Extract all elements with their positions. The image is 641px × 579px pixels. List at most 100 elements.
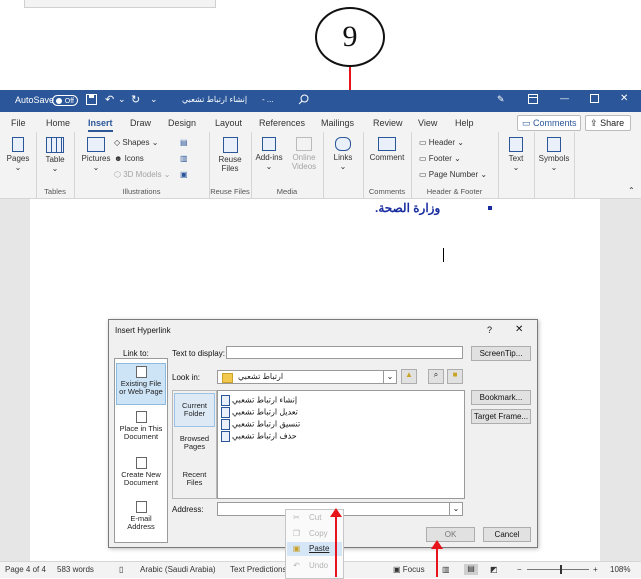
pen-icon[interactable]: ✎: [497, 94, 505, 105]
maximize-icon[interactable]: [590, 94, 599, 105]
file-item[interactable]: تنسيق ارتباط تشعبي: [221, 419, 300, 430]
smartart-icon[interactable]: ▤: [180, 138, 188, 147]
word-count[interactable]: 583 words: [57, 565, 94, 574]
proofing-icon[interactable]: ▯: [119, 565, 123, 574]
nav-browsed-pages[interactable]: Browsed Pages: [174, 431, 215, 465]
print-layout-icon[interactable]: ▤: [464, 564, 478, 575]
look-in-dropdown-icon[interactable]: ⌄: [383, 371, 396, 383]
zoom-slider[interactable]: [527, 569, 589, 570]
comment-button[interactable]: Comment: [367, 137, 407, 162]
minimize-icon[interactable]: —: [560, 93, 569, 103]
dialog-close-button[interactable]: ✕: [515, 324, 523, 335]
autosave-toggle[interactable]: Off: [52, 95, 78, 106]
tab-layout[interactable]: Layout: [215, 118, 242, 128]
paste-icon: ▣: [292, 544, 301, 553]
web-layout-icon[interactable]: ◩: [490, 565, 498, 574]
comment-icon: [378, 137, 396, 151]
pictures-button[interactable]: Pictures ⌄: [78, 137, 114, 172]
footer-button[interactable]: ▭ Footer ⌄: [419, 154, 461, 163]
3d-models-icon: ⬡: [114, 170, 124, 179]
read-mode-icon[interactable]: ▥: [442, 565, 450, 574]
chart-icon[interactable]: ▥: [180, 154, 188, 163]
tab-design[interactable]: Design: [168, 118, 196, 128]
tab-home[interactable]: Home: [46, 118, 70, 128]
file-list[interactable]: إنشاء ارتباط تشعبي تعديل ارتباط تشعبي تن…: [217, 390, 465, 499]
header-button[interactable]: ▭ Header ⌄: [419, 138, 464, 147]
reuse-files-button[interactable]: Reuse Files: [212, 137, 248, 173]
online-videos-button[interactable]: Online Videos: [287, 137, 321, 171]
file-item[interactable]: حذف ارتباط تشعبي: [221, 431, 297, 442]
redo-icon[interactable]: ↻: [131, 93, 140, 106]
tab-mailings[interactable]: Mailings: [321, 118, 354, 128]
bookmark-button[interactable]: Bookmark...: [471, 390, 531, 405]
screenshot-icon[interactable]: ▣: [180, 170, 188, 179]
address-dropdown-icon[interactable]: ⌄: [449, 503, 462, 515]
look-in-select[interactable]: ارتباط تشعبي ⌄: [217, 370, 397, 384]
undo-dropdown-icon[interactable]: ⌄: [118, 94, 126, 105]
zoom-slider-thumb[interactable]: [560, 565, 562, 574]
help-button[interactable]: ?: [487, 325, 492, 335]
table-button[interactable]: Table ⌄: [40, 137, 70, 173]
link-type-existing-file[interactable]: Existing File or Web Page: [116, 363, 166, 405]
language-status[interactable]: Arabic (Saudi Arabia): [140, 565, 216, 574]
tab-insert[interactable]: Insert: [88, 118, 113, 132]
file-name: تعديل ارتباط تشعبي: [232, 407, 298, 417]
tab-help[interactable]: Help: [455, 118, 474, 128]
text-button[interactable]: Text ⌄: [501, 137, 531, 172]
link-to-label: Link to:: [123, 349, 149, 358]
nav-current-folder[interactable]: Current Folder: [174, 393, 215, 427]
text-to-display-input[interactable]: [226, 346, 463, 359]
target-frame-button[interactable]: Target Frame...: [471, 409, 531, 424]
file-item[interactable]: إنشاء ارتباط تشعبي: [221, 395, 297, 406]
3d-models-button[interactable]: ⬡ 3D Models ⌄: [114, 170, 170, 179]
browse-file-button[interactable]: ■: [447, 369, 463, 384]
undo-icon[interactable]: ↶: [105, 93, 114, 106]
up-folder-button[interactable]: ▲: [401, 369, 417, 384]
cancel-button[interactable]: Cancel: [483, 527, 531, 542]
search-icon[interactable]: [298, 94, 309, 107]
tab-references[interactable]: References: [259, 118, 305, 128]
zoom-level[interactable]: 108%: [610, 565, 630, 574]
step-number: 9: [342, 20, 358, 53]
undo-icon: ↶: [293, 561, 300, 570]
nav-recent-files[interactable]: Recent Files: [174, 465, 215, 501]
icons-button[interactable]: ☻ Icons: [114, 154, 144, 163]
tab-file[interactable]: File: [11, 118, 26, 128]
text-predictions-status[interactable]: Text Predictions:: [230, 565, 289, 574]
header-icon: ▭: [419, 138, 429, 147]
menu-item-label: Undo: [309, 561, 329, 570]
file-item[interactable]: تعديل ارتباط تشعبي: [221, 407, 298, 418]
link-type-create-new[interactable]: Create New Document: [116, 455, 166, 497]
link-type-label: Create New Document: [121, 470, 161, 487]
symbols-button[interactable]: Symbols ⌄: [537, 137, 571, 172]
focus-button[interactable]: ▣ Focus: [393, 565, 425, 574]
links-button[interactable]: Links ⌄: [328, 137, 358, 171]
page-number-button[interactable]: ▭ Page Number ⌄: [419, 170, 487, 179]
save-icon[interactable]: [86, 94, 97, 107]
pages-button[interactable]: Pages ⌄: [3, 137, 33, 172]
link-type-place-in-document[interactable]: Place in This Document: [116, 409, 166, 451]
ribbon-display-icon[interactable]: [528, 94, 538, 106]
customize-qat-icon[interactable]: ⌄: [150, 94, 158, 105]
shapes-button[interactable]: ◇ Shapes ⌄: [114, 138, 158, 147]
omega-icon: [547, 137, 561, 152]
collapse-ribbon-icon[interactable]: ⌃: [628, 186, 635, 195]
page-count[interactable]: Page 4 of 4: [5, 565, 46, 574]
text-to-display-label: Text to display:: [172, 349, 225, 358]
symbols-label: Symbols: [538, 154, 570, 163]
close-icon[interactable]: ✕: [620, 93, 628, 104]
share-button[interactable]: ⇪ Share: [585, 115, 631, 131]
zoom-in-icon[interactable]: +: [593, 565, 598, 574]
addins-button[interactable]: Add-ins ⌄: [255, 137, 283, 171]
footer-label: Footer: [428, 154, 452, 163]
screentip-button[interactable]: ScreenTip...: [471, 346, 531, 361]
media-group-label: Media: [276, 187, 298, 196]
online-videos-label: Online Videos: [291, 153, 317, 171]
tab-draw[interactable]: Draw: [130, 118, 151, 128]
zoom-out-icon[interactable]: −: [517, 565, 522, 574]
tab-review[interactable]: Review: [373, 118, 403, 128]
comments-button[interactable]: ▭ Comments: [517, 115, 581, 131]
tab-view[interactable]: View: [418, 118, 437, 128]
link-type-email[interactable]: E-mail Address: [116, 499, 166, 541]
browse-web-button[interactable]: ⌕: [428, 369, 444, 384]
